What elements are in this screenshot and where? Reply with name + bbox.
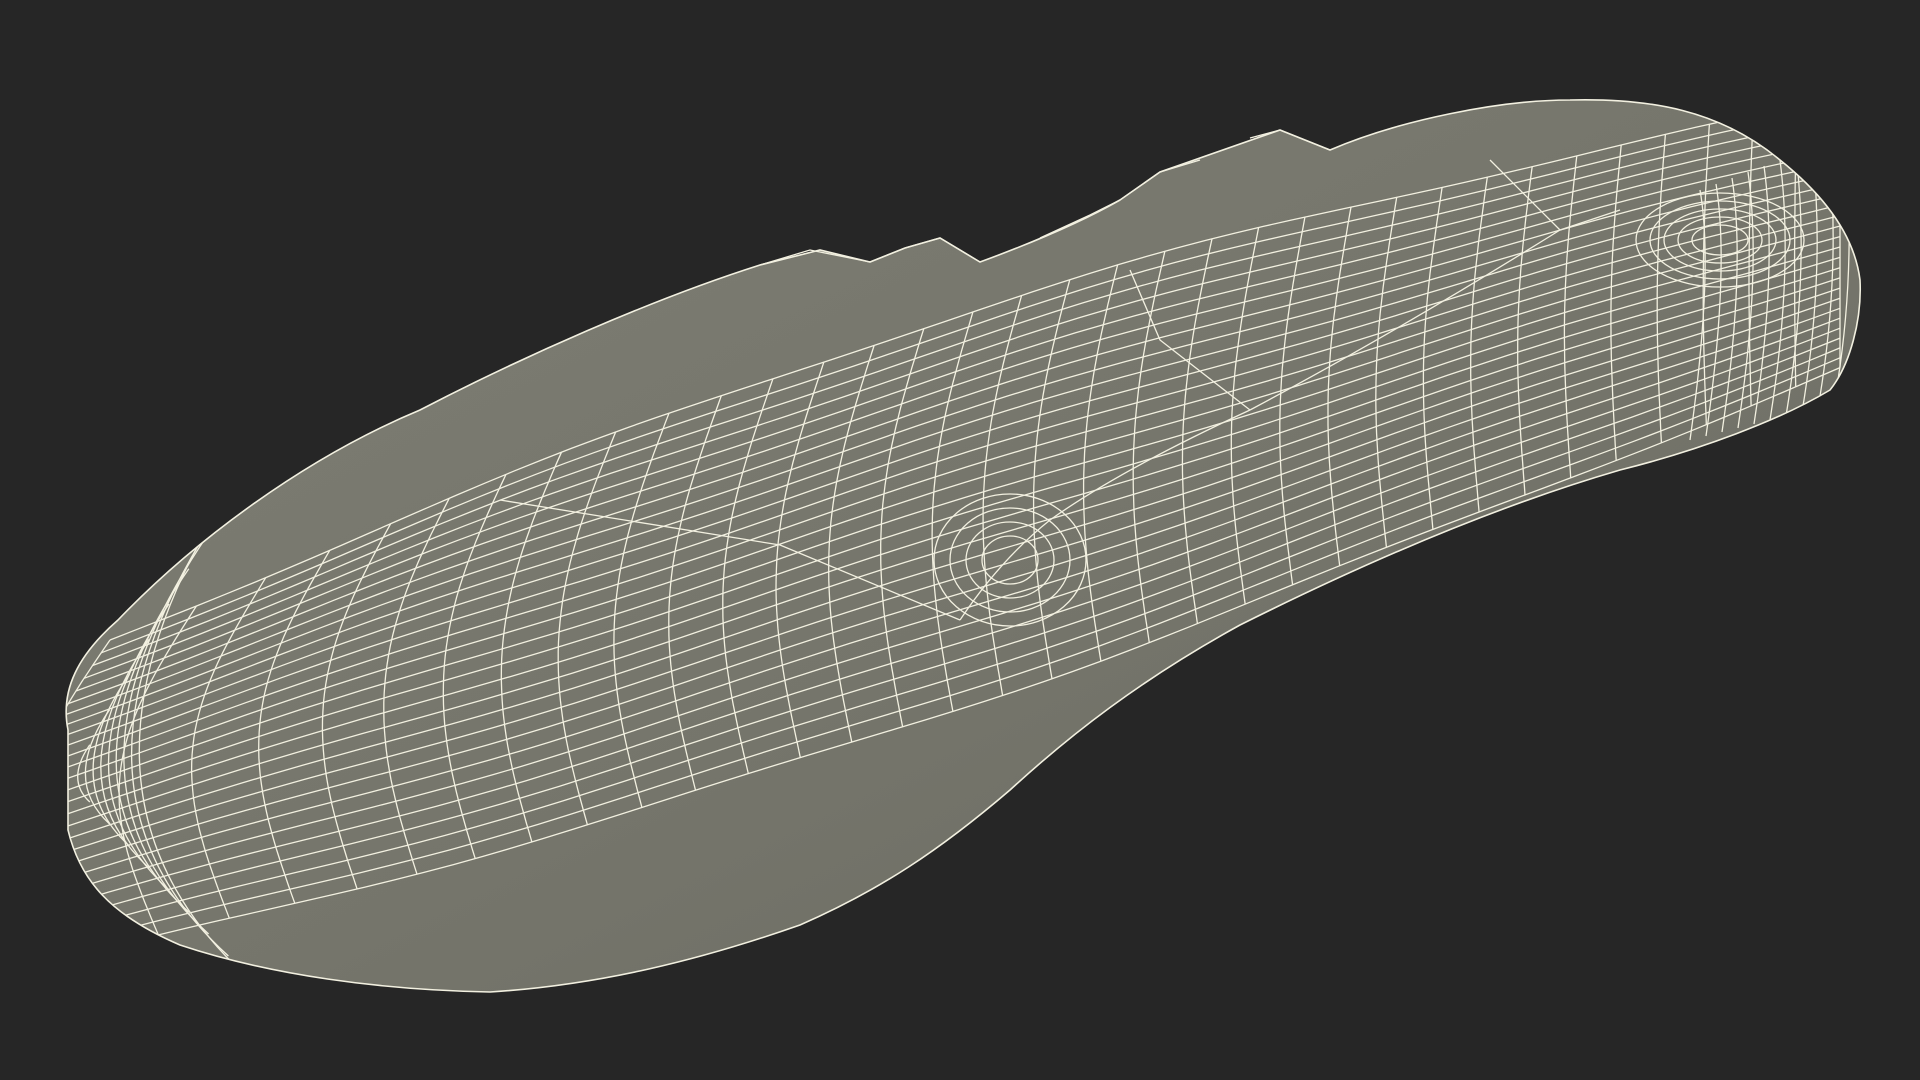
3d-viewport[interactable] [0, 0, 1920, 1080]
mesh-render [65, 98, 1862, 993]
